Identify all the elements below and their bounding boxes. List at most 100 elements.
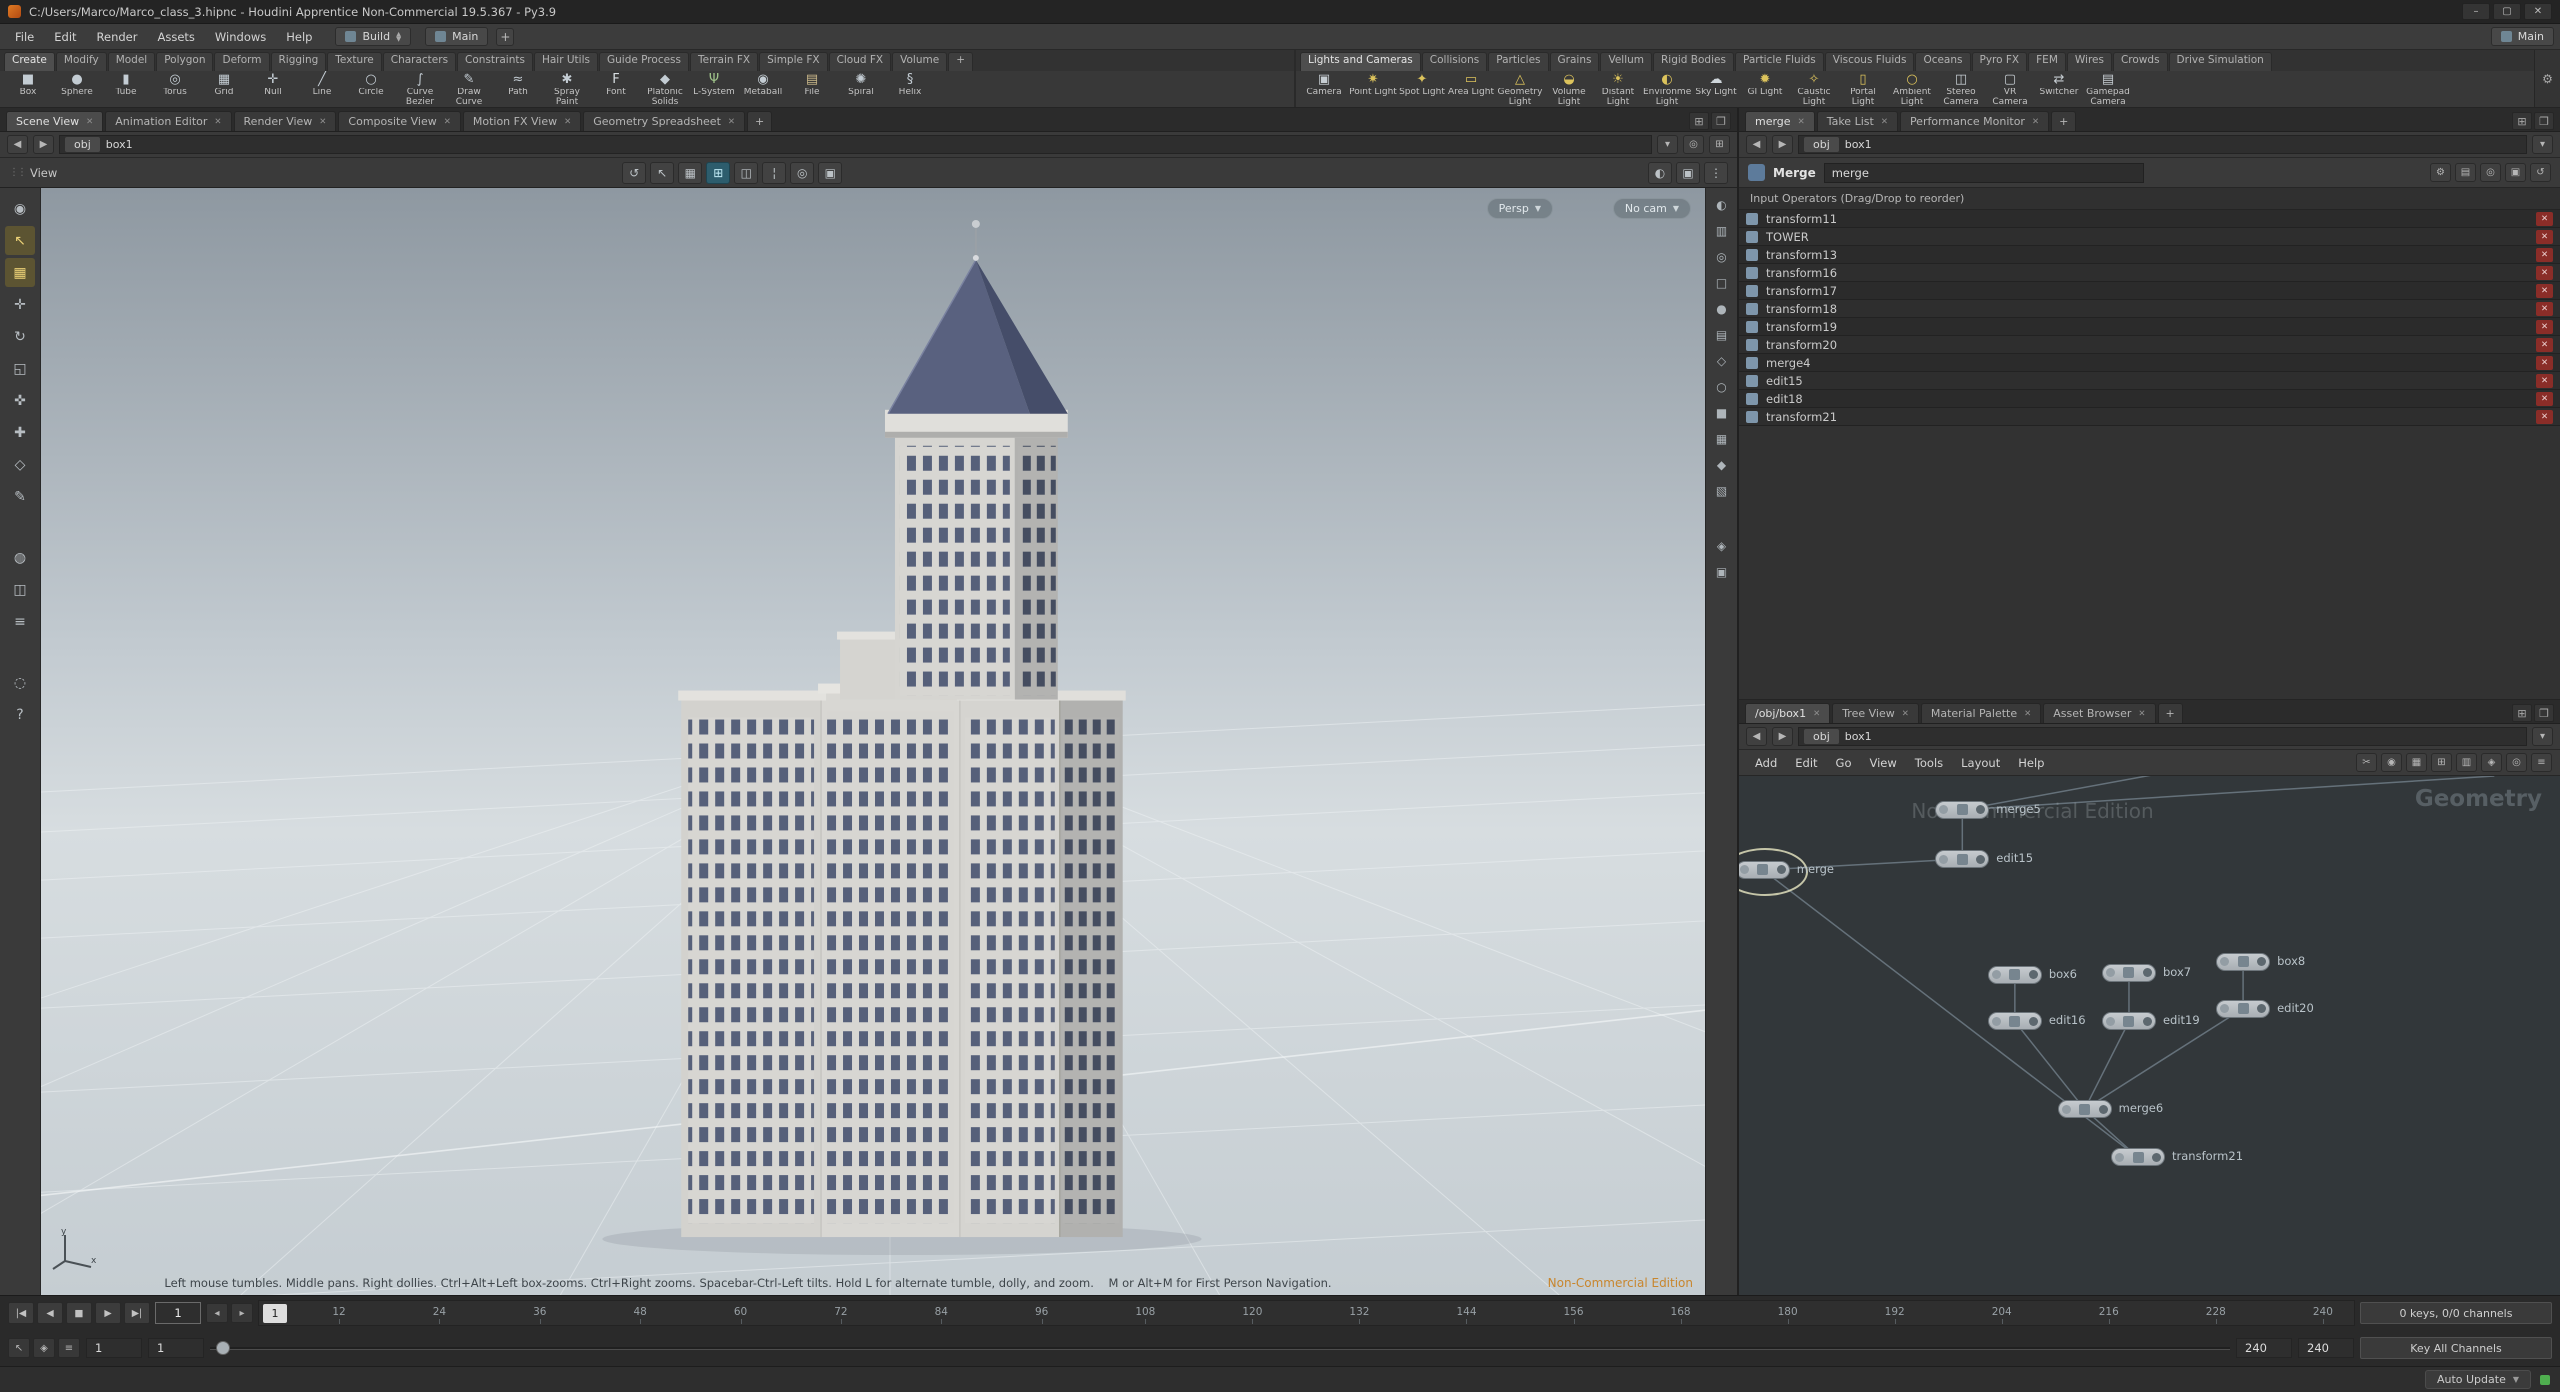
paint-tool[interactable]: ✎ [5, 482, 35, 511]
shelf-tool-platonic-solids[interactable]: ◆Platonic Solids [641, 71, 689, 107]
shelf-tab-terrain-fx[interactable]: Terrain FX [690, 52, 758, 71]
snap-points-icon[interactable]: ◫ [734, 162, 758, 184]
shelf-tab-vellum[interactable]: Vellum [1600, 52, 1652, 71]
input-row-transform11[interactable]: transform11✕ [1739, 210, 2560, 228]
shelf-tab-grains[interactable]: Grains [1550, 52, 1600, 71]
shelf-tool-line[interactable]: ╱Line [298, 71, 346, 107]
input-row-transform19[interactable]: transform19✕ [1739, 318, 2560, 336]
shelf-tool-ambient-light[interactable]: ○Ambient Light [1888, 71, 1936, 107]
close-tab-icon[interactable]: ✕ [444, 117, 451, 127]
shelf-tool-spiral[interactable]: ✺Spiral [837, 71, 885, 107]
play-reverse-button[interactable]: ◀ [37, 1302, 63, 1324]
network-menu-view[interactable]: View [1862, 753, 1905, 773]
remove-input-button[interactable]: ✕ [2536, 230, 2553, 244]
desktop-tab-main[interactable]: Main [425, 27, 488, 46]
divider-icon[interactable]: ¦ [762, 162, 786, 184]
bypass-flag-icon[interactable] [2062, 1105, 2071, 1114]
shelf-tab-texture[interactable]: Texture [327, 52, 381, 71]
shelf-tab-modify[interactable]: Modify [56, 52, 107, 71]
favorites-icon[interactable]: ⚙ [2430, 163, 2451, 182]
pane-tab-obj-box1[interactable]: /obj/box1✕ [1745, 703, 1830, 723]
shelf-tool-metaball[interactable]: ◉Metaball [739, 71, 787, 107]
close-tab-icon[interactable]: ✕ [1798, 117, 1805, 127]
pin-icon[interactable]: ◉ [2381, 753, 2402, 772]
menu-assets[interactable]: Assets [148, 27, 203, 47]
close-tab-icon[interactable]: ✕ [319, 117, 326, 127]
path-pin-icon[interactable]: ◎ [1683, 135, 1704, 154]
display-flag-icon[interactable] [1777, 865, 1786, 874]
new-shelf-tab-button[interactable]: + [948, 52, 973, 71]
input-row-edit18[interactable]: edit18✕ [1739, 390, 2560, 408]
node-body[interactable] [1935, 801, 1989, 819]
network-editor-canvas[interactable]: Non-Commercial Edition Geometry merge5ed… [1739, 776, 2560, 1295]
forward-icon[interactable]: ▶ [33, 135, 54, 154]
node-body[interactable] [2111, 1148, 2165, 1166]
network-menu-help[interactable]: Help [2010, 753, 2052, 773]
info-tool[interactable]: ◌ [5, 668, 35, 697]
grid-snap-icon[interactable]: ⊞ [2431, 753, 2452, 772]
node-body[interactable] [1739, 861, 1790, 879]
display-particles-icon[interactable]: ● [1710, 297, 1734, 320]
shelf-gear-icon[interactable]: ⚙ [2534, 50, 2560, 107]
input-row-edit15[interactable]: edit15✕ [1739, 372, 2560, 390]
breadcrumb-node[interactable]: box1 [1845, 138, 1872, 151]
shelf-tool-l-system[interactable]: ΨL-System [690, 71, 738, 107]
shelf-tool-spray-paint[interactable]: ✱Spray Paint [543, 71, 591, 107]
pane-tab-tree-view[interactable]: Tree View✕ [1832, 703, 1919, 723]
bypass-flag-icon[interactable] [2115, 1153, 2124, 1162]
shelf-tool-draw-curve[interactable]: ✎Draw Curve [445, 71, 493, 107]
step-back-button[interactable]: ◂ [206, 1303, 228, 1323]
shelf-tab-particle-fluids[interactable]: Particle Fluids [1735, 52, 1824, 71]
pane-split-icon[interactable]: ⊞ [2512, 112, 2532, 130]
view-tool[interactable]: ◉ [5, 194, 35, 223]
path-dropdown-icon[interactable]: ▾ [2532, 727, 2553, 746]
network-menu-icon[interactable]: ≡ [2531, 753, 2552, 772]
lock-icon[interactable]: ▣ [2505, 163, 2526, 182]
reference-plane-icon[interactable]: ▣ [818, 162, 842, 184]
display-handles-icon[interactable]: ▦ [1710, 427, 1734, 450]
snap-tool[interactable]: ◇ [5, 450, 35, 479]
shelf-tool-gamepad-camera[interactable]: ▤Gamepad Camera [2084, 71, 2132, 107]
pane-maximize-icon[interactable]: ❐ [2534, 112, 2554, 130]
new-pane-tab-button[interactable]: + [747, 111, 772, 131]
remove-input-button[interactable]: ✕ [2536, 248, 2553, 262]
shelf-tool-font[interactable]: FFont [592, 71, 640, 107]
display-points-icon[interactable]: □ [1710, 271, 1734, 294]
shelf-tool-caustic-light[interactable]: ✧Caustic Light [1790, 71, 1838, 107]
pane-tab-performance-monitor[interactable]: Performance Monitor✕ [1900, 111, 2049, 131]
bypass-flag-icon[interactable] [2106, 968, 2115, 977]
remove-input-button[interactable]: ✕ [2536, 356, 2553, 370]
shelf-tab-fem[interactable]: FEM [2028, 52, 2066, 71]
shelf-tab-cloud-fx[interactable]: Cloud FX [829, 52, 892, 71]
pane-tab-scene-view[interactable]: Scene View✕ [6, 111, 103, 131]
viewport-canvas[interactable]: Persp ▼ No cam ▼ Left mouse tumbles. Mid… [41, 188, 1705, 1295]
input-row-transform21[interactable]: transform21✕ [1739, 408, 2560, 426]
pane-maximize-icon[interactable]: ❐ [1711, 112, 1731, 130]
remove-input-button[interactable]: ✕ [2536, 284, 2553, 298]
pane-tab-render-view[interactable]: Render View✕ [234, 111, 337, 131]
bypass-flag-icon[interactable] [2220, 1004, 2229, 1013]
persp-camera-button[interactable]: Persp ▼ [1487, 198, 1553, 219]
maximize-button[interactable]: ▢ [2493, 3, 2521, 20]
close-tab-icon[interactable]: ✕ [1813, 709, 1820, 719]
desktop-spinner-icon[interactable]: ▲▼ [396, 32, 401, 42]
shelf-tool-grid[interactable]: ▦Grid [200, 71, 248, 107]
shelf-tab-create[interactable]: Create [4, 52, 55, 71]
network-menu-go[interactable]: Go [1828, 753, 1860, 773]
shelf-tool-environment-light[interactable]: ◐Environment Light [1643, 71, 1691, 107]
find-node-icon[interactable]: ◎ [2506, 753, 2527, 772]
pane-tab-take-list[interactable]: Take List✕ [1817, 111, 1898, 131]
move-tool[interactable]: ✛ [5, 290, 35, 319]
snap-grid-icon[interactable]: ▦ [678, 162, 702, 184]
jump-start-button[interactable]: |◀ [8, 1302, 34, 1324]
node-body[interactable] [1988, 966, 2042, 984]
pane-tab-asset-browser[interactable]: Asset Browser✕ [2043, 703, 2155, 723]
shelf-tab-volume[interactable]: Volume [892, 52, 947, 71]
jump-end-button[interactable]: ▶| [124, 1302, 150, 1324]
close-tab-icon[interactable]: ✕ [1902, 709, 1909, 719]
close-tab-icon[interactable]: ✕ [564, 117, 571, 127]
search-icon[interactable]: ◎ [2480, 163, 2501, 182]
close-button[interactable]: ✕ [2524, 3, 2552, 20]
shelf-tab-drive-simulation[interactable]: Drive Simulation [2169, 52, 2272, 71]
node-body[interactable] [2216, 1000, 2270, 1018]
